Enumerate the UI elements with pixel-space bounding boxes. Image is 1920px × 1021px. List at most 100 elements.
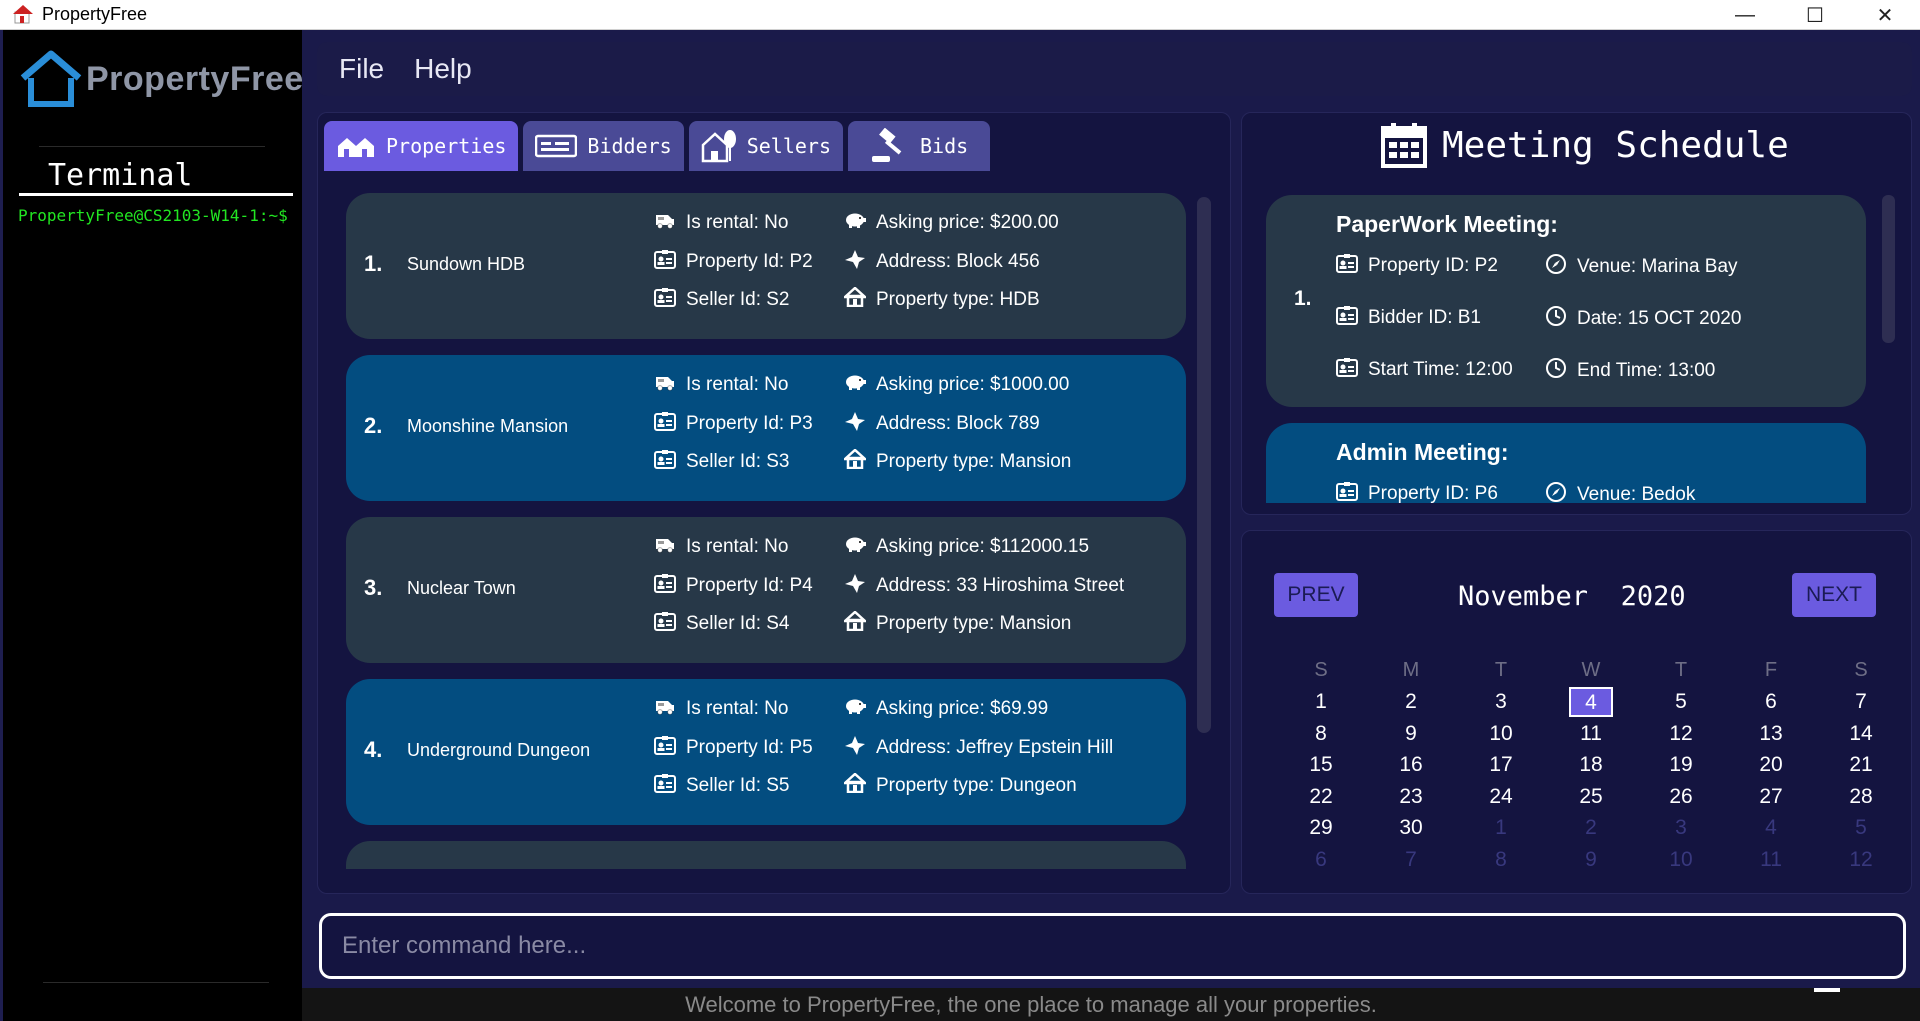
calendar-day[interactable]: 25 [1546, 785, 1636, 809]
piggy-bank-icon [844, 697, 876, 721]
property-card[interactable]: 3. Nuclear Town Is rental: No Property Id: … [346, 517, 1186, 663]
property-list-scrollbar[interactable] [1197, 197, 1211, 733]
calendar-day[interactable]: 21 [1816, 753, 1906, 777]
meeting-list[interactable]: PaperWork Meeting: 1. Property ID: P2 Bidde… [1266, 195, 1866, 503]
property-list[interactable]: 1. Sundown HDB Is rental: No Property Id: P… [346, 193, 1186, 869]
calendar-day[interactable]: 5 [1636, 690, 1726, 714]
rental-icon [654, 211, 686, 235]
calendar-day[interactable]: 16 [1366, 753, 1456, 777]
meeting-header: Meeting Schedule [1380, 121, 1789, 169]
meeting-list-scrollbar[interactable] [1882, 195, 1895, 343]
calendar-day[interactable]: 1 [1456, 816, 1546, 840]
tab-bids[interactable]: Bids [848, 121, 991, 171]
property-card[interactable]: 2. Moonshine Mansion Is rental: No Property… [346, 355, 1186, 501]
status-message: Welcome to PropertyFree, the one place t… [685, 991, 1377, 1017]
property-rental-text: Is rental: No [686, 536, 789, 557]
meeting-start: Start Time: 12:00 [1336, 357, 1513, 383]
calendar-day[interactable]: 27 [1726, 785, 1816, 809]
calendar-day[interactable]: 22 [1276, 785, 1366, 809]
calendar-day[interactable]: 11 [1546, 722, 1636, 746]
status-marker [1814, 988, 1840, 992]
tab-properties[interactable]: Properties [324, 121, 519, 171]
calendar-day[interactable]: 30 [1366, 816, 1456, 840]
tab-properties-label: Properties [386, 134, 507, 158]
prev-month-button[interactable]: PREV [1274, 573, 1358, 617]
calendar-day-selected[interactable]: 4 [1546, 687, 1636, 718]
calendar-day[interactable]: 19 [1636, 753, 1726, 777]
calendar-day[interactable]: 5 [1816, 816, 1906, 840]
calendar-day[interactable]: 10 [1456, 722, 1546, 746]
calendar-day-number: 5 [1855, 816, 1867, 840]
calendar-day[interactable]: 1 [1276, 690, 1366, 714]
calendar-day[interactable]: 4 [1726, 816, 1816, 840]
minimize-button[interactable]: — [1710, 0, 1780, 30]
app-window: PropertyFree — ☐ ✕ PropertyFree Terminal… [0, 0, 1920, 1021]
calendar-day[interactable]: 6 [1276, 848, 1366, 872]
calendar-day[interactable]: 12 [1636, 722, 1726, 746]
calendar-week-row: 22 23 24 25 26 27 28 [1276, 781, 1906, 813]
calendar-day[interactable]: 13 [1726, 722, 1816, 746]
meeting-card[interactable]: PaperWork Meeting: 1. Property ID: P2 Bidde… [1266, 195, 1866, 407]
calendar-day[interactable]: 11 [1726, 848, 1816, 872]
id-badge-icon [654, 735, 686, 761]
calendar-day[interactable]: 9 [1366, 722, 1456, 746]
close-button[interactable]: ✕ [1850, 0, 1920, 30]
tab-bidders[interactable]: Bidders [523, 121, 684, 171]
calendar-grid: S M T W T F S 1 2 3 4 5 6 7 8 9 10 11 12 13 14 15 16 17 18 19 20 21… [1276, 655, 1906, 876]
meeting-card[interactable]: Admin Meeting: Property ID: P6 Venue: Bedo… [1266, 423, 1866, 503]
properties-panel: Properties Bidders Sellers Bids 1. Sundo… [317, 112, 1231, 894]
calendar-day[interactable]: 8 [1456, 848, 1546, 872]
next-month-button[interactable]: NEXT [1792, 573, 1876, 617]
calendar-day[interactable]: 29 [1276, 816, 1366, 840]
calendar-panel: PREV November 2020 NEXT SMTWTFS123456789… [1241, 530, 1912, 894]
calendar-day-number: 27 [1759, 784, 1783, 808]
logo-house-icon [20, 50, 82, 107]
calendar-day[interactable]: 2 [1366, 690, 1456, 714]
property-price: Asking price: $1000.00 [844, 373, 1069, 397]
property-card[interactable]: 4. Underground Dungeon Is rental: No Proper… [346, 679, 1186, 825]
calendar-day[interactable]: 14 [1816, 722, 1906, 746]
property-card[interactable] [346, 841, 1186, 869]
calendar-month: November [1458, 581, 1589, 612]
property-seller-id-text: Seller Id: S4 [686, 613, 790, 634]
calendar-day-number: 6 [1315, 847, 1327, 871]
calendar-day[interactable]: 26 [1636, 785, 1726, 809]
calendar-day[interactable]: 28 [1816, 785, 1906, 809]
property-property-id-text: Property Id: P4 [686, 575, 813, 596]
calendar-day[interactable]: 18 [1546, 753, 1636, 777]
calendar-week-row: 29 30 1 2 3 4 5 [1276, 813, 1906, 845]
calendar-day[interactable]: 3 [1636, 816, 1726, 840]
property-index: 4. [364, 737, 383, 762]
command-input[interactable] [322, 916, 1903, 976]
property-card[interactable]: 1. Sundown HDB Is rental: No Property Id: P… [346, 193, 1186, 339]
calendar-day-number: 29 [1309, 816, 1333, 840]
calendar-day[interactable]: 24 [1456, 785, 1546, 809]
calendar-day[interactable]: 6 [1726, 690, 1816, 714]
calendar-day[interactable]: 10 [1636, 848, 1726, 872]
calendar-day[interactable]: 7 [1366, 848, 1456, 872]
calendar-day[interactable]: 20 [1726, 753, 1816, 777]
meeting-property-id: Property ID: P6 [1336, 481, 1498, 503]
menu-file[interactable]: File [339, 53, 384, 85]
menu-help[interactable]: Help [414, 53, 472, 85]
calendar-day[interactable]: 3 [1456, 690, 1546, 714]
tab-sellers[interactable]: Sellers [688, 121, 844, 171]
calendar-day-number: 13 [1759, 721, 1783, 745]
map-pin-icon [844, 735, 876, 761]
calendar-day[interactable]: 7 [1816, 690, 1906, 714]
calendar-day[interactable]: 2 [1546, 816, 1636, 840]
terminal-prompt[interactable]: PropertyFree@CS2103-W14-1:~$ [18, 206, 288, 225]
calendar-day[interactable]: 15 [1276, 753, 1366, 777]
meeting-date: Date: 15 OCT 2020 [1545, 305, 1741, 333]
calendar-day[interactable]: 8 [1276, 722, 1366, 746]
calendar-day-number: 18 [1579, 753, 1603, 777]
calendar-day-number: 1 [1495, 816, 1507, 840]
maximize-button[interactable]: ☐ [1780, 0, 1850, 30]
property-address-text: Address: 33 Hiroshima Street [876, 575, 1125, 596]
calendar-day[interactable]: 23 [1366, 785, 1456, 809]
property-seller-id-text: Seller Id: S3 [686, 451, 790, 472]
calendar-weekday: W [1581, 659, 1601, 682]
calendar-day[interactable]: 9 [1546, 848, 1636, 872]
calendar-day[interactable]: 12 [1816, 848, 1906, 872]
calendar-day[interactable]: 17 [1456, 753, 1546, 777]
